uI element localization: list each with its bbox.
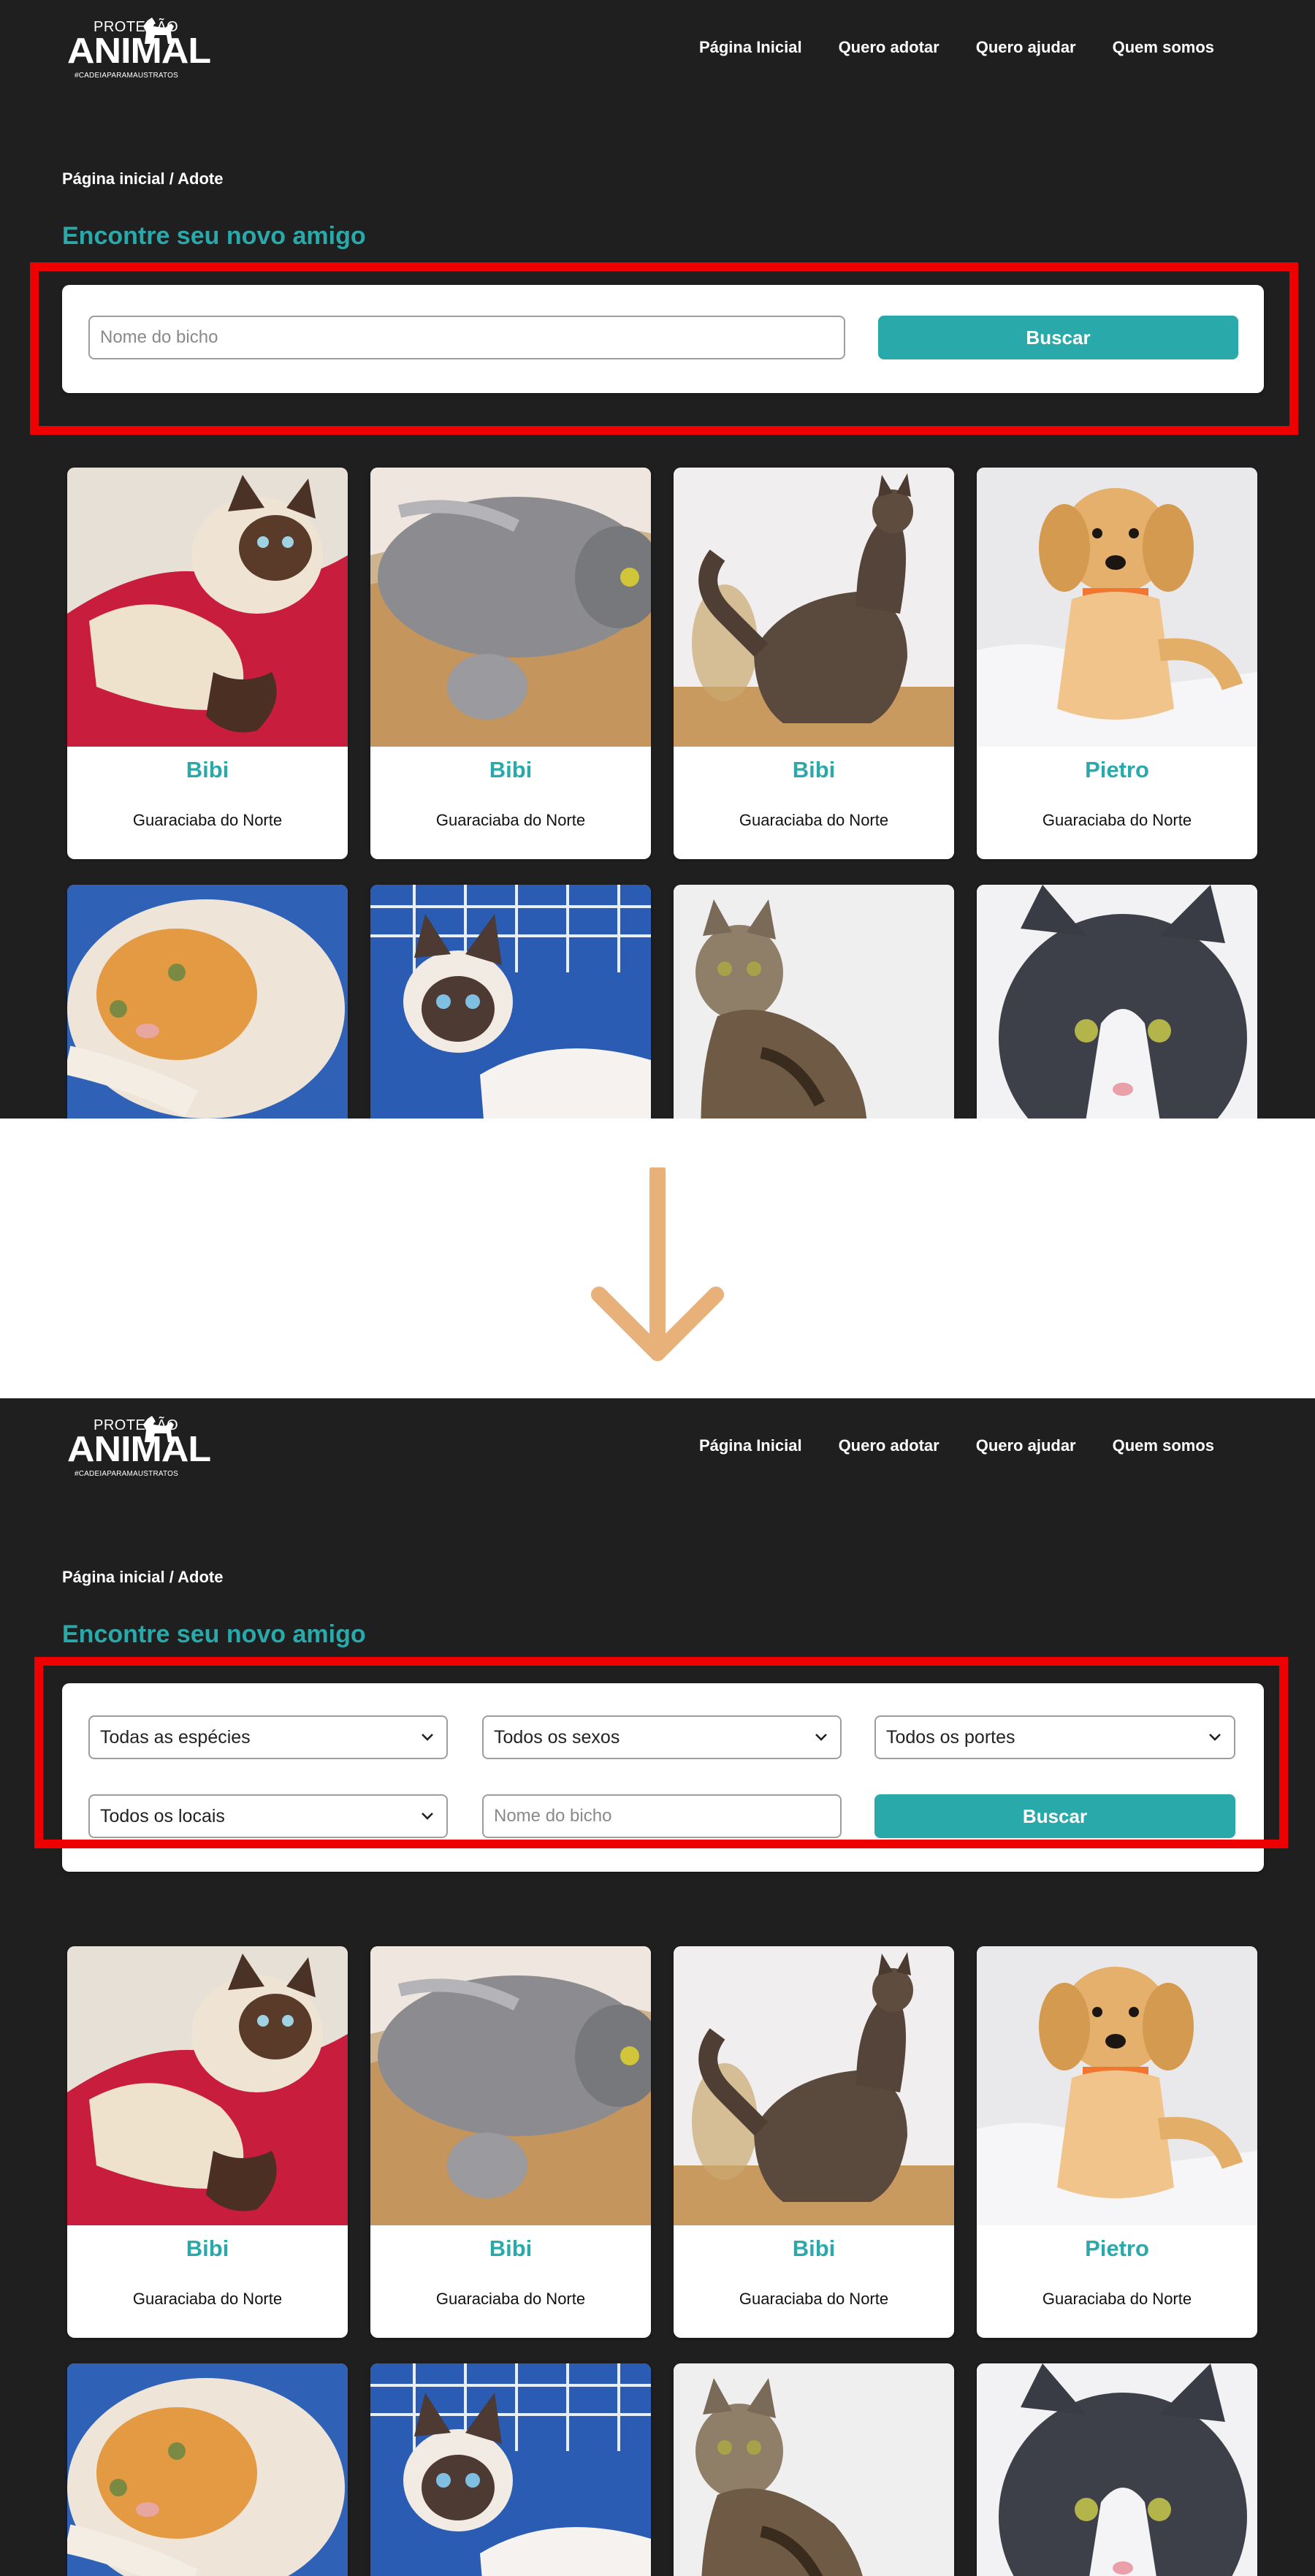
animal-city: Guaraciaba do Norte [435, 2290, 586, 2308]
animal-city: Guaraciaba do Norte [1042, 2290, 1192, 2308]
animal-photo [67, 468, 348, 747]
page-title: Encontre seu novo amigo [62, 222, 366, 250]
before-screenshot: PROTEÇÃO ANIMAL #CADEIAPARAMAUSTRATOS Pá… [0, 0, 1315, 1119]
animal-photo [977, 2363, 1257, 2576]
animal-card[interactable] [977, 2363, 1257, 2576]
animal-city: Guaraciaba do Norte [435, 811, 586, 829]
animal-photo [370, 885, 651, 1119]
animal-photo [674, 468, 954, 747]
site-logo[interactable]: PROTEÇÃO ANIMAL #CADEIAPARAMAUSTRATOS [67, 1414, 211, 1480]
animal-photo [67, 885, 348, 1119]
animal-name: Bibi [186, 757, 229, 782]
highlight-box [30, 262, 1298, 435]
animal-name: Pietro [1085, 2236, 1149, 2261]
animal-photo [977, 468, 1257, 747]
animal-city: Guaraciaba do Norte [132, 2290, 283, 2308]
animal-card[interactable]: Bibi Guaraciaba do Norte [370, 1946, 651, 2338]
animal-photo [977, 1946, 1257, 2225]
animal-name: Pietro [1085, 757, 1149, 782]
highlight-box [34, 1657, 1288, 1848]
animal-photo [674, 1946, 954, 2225]
nav-about[interactable]: Quem somos [1113, 38, 1214, 57]
animal-card[interactable]: Bibi Guaraciaba do Norte [674, 1946, 954, 2338]
nav-home[interactable]: Página Inicial [699, 1436, 802, 1455]
animal-card[interactable]: Bibi Guaraciaba do Norte [370, 468, 651, 859]
animal-card[interactable] [67, 885, 348, 1119]
logo-line-2: ANIMAL [67, 1429, 211, 1470]
animal-photo [67, 2363, 348, 2576]
animal-photo [370, 1946, 651, 2225]
animal-name: Bibi [792, 757, 836, 782]
animal-card[interactable] [977, 885, 1257, 1119]
main-nav: Página Inicial Quero adotar Quero ajudar… [699, 1436, 1214, 1455]
animal-card[interactable]: Bibi Guaraciaba do Norte [67, 468, 348, 859]
breadcrumb: Página inicial / Adote [62, 169, 224, 188]
nav-adopt[interactable]: Quero adotar [839, 1436, 939, 1455]
site-logo[interactable]: PROTEÇÃO ANIMAL #CADEIAPARAMAUSTRATOS [67, 16, 211, 82]
animal-photo [370, 2363, 651, 2576]
animal-card[interactable]: Bibi Guaraciaba do Norte [67, 1946, 348, 2338]
animal-card[interactable]: Pietro Guaraciaba do Norte [977, 468, 1257, 859]
nav-adopt[interactable]: Quero adotar [839, 38, 939, 57]
animal-card[interactable] [67, 2363, 348, 2576]
animal-name: Bibi [489, 2236, 533, 2261]
animal-city: Guaraciaba do Norte [739, 2290, 889, 2308]
breadcrumb: Página inicial / Adote [62, 1568, 224, 1586]
animal-card[interactable] [370, 2363, 651, 2576]
animal-photo [67, 1946, 348, 2225]
animal-card[interactable] [674, 2363, 954, 2576]
animal-photo [977, 885, 1257, 1119]
nav-home[interactable]: Página Inicial [699, 38, 802, 57]
after-screenshot: PROTEÇÃO ANIMAL #CADEIAPARAMAUSTRATOS Pá… [0, 1398, 1315, 2576]
animal-city: Guaraciaba do Norte [739, 811, 889, 829]
animal-card[interactable]: Pietro Guaraciaba do Norte [977, 1946, 1257, 2338]
animal-name: Bibi [792, 2236, 836, 2261]
page-title: Encontre seu novo amigo [62, 1620, 366, 1648]
animal-photo [370, 468, 651, 747]
animal-photo [674, 2363, 954, 2576]
nav-about[interactable]: Quem somos [1113, 1436, 1214, 1455]
nav-help[interactable]: Quero ajudar [976, 1436, 1076, 1455]
main-nav: Página Inicial Quero adotar Quero ajudar… [699, 38, 1214, 57]
animal-name: Bibi [186, 2236, 229, 2261]
animal-city: Guaraciaba do Norte [1042, 811, 1192, 829]
animal-photo [674, 885, 954, 1119]
animal-name: Bibi [489, 757, 533, 782]
animal-card[interactable] [674, 885, 954, 1119]
arrow-down-icon [591, 1167, 724, 1361]
logo-line-2: ANIMAL [67, 31, 211, 72]
animal-card[interactable] [370, 885, 651, 1119]
nav-help[interactable]: Quero ajudar [976, 38, 1076, 57]
animal-card[interactable]: Bibi Guaraciaba do Norte [674, 468, 954, 859]
animal-city: Guaraciaba do Norte [132, 811, 283, 829]
logo-line-3: #CADEIAPARAMAUSTRATOS [75, 72, 179, 80]
logo-line-3: #CADEIAPARAMAUSTRATOS [75, 1470, 179, 1478]
